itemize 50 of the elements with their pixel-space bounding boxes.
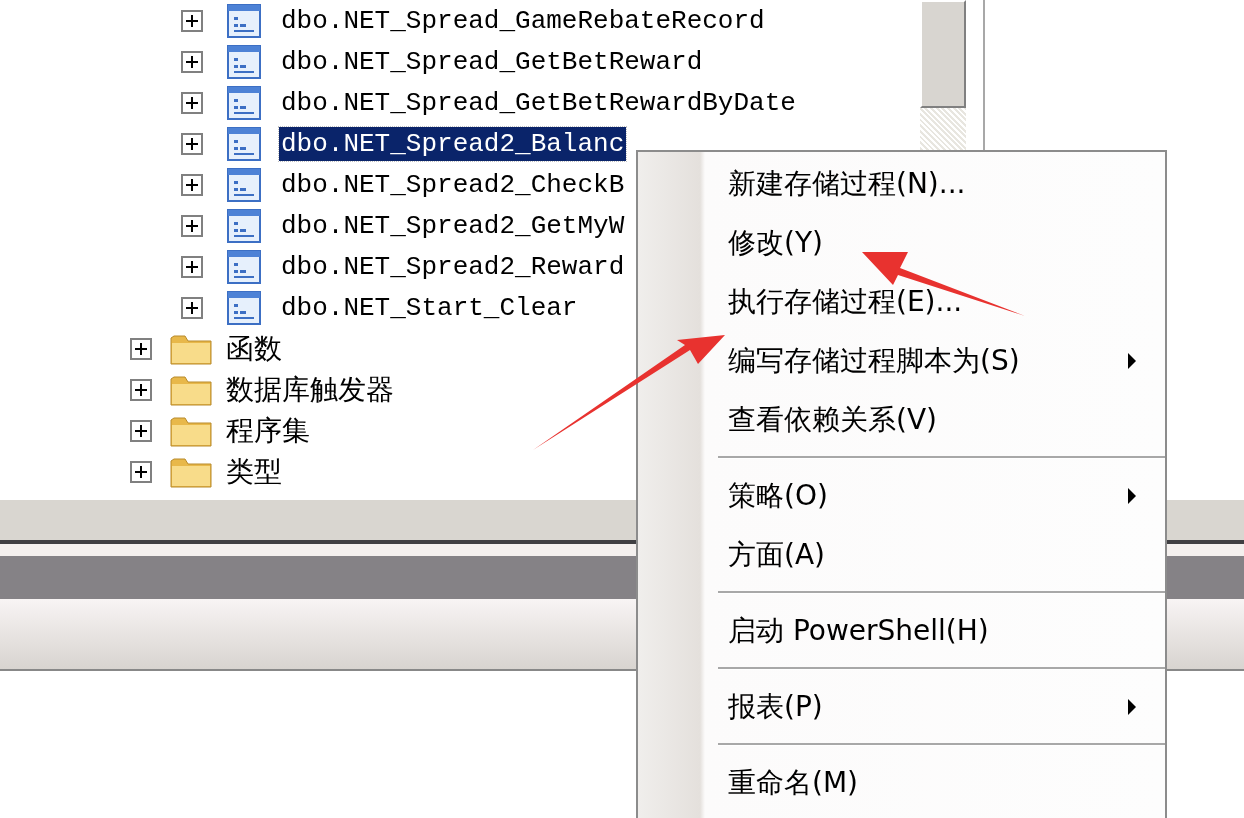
procedure-icon <box>227 249 261 284</box>
expand-toggle[interactable] <box>130 337 152 360</box>
menu-item[interactable]: 编写存储过程脚本为(S) <box>728 341 1020 380</box>
procedure-icon <box>227 85 261 120</box>
procedure-icon <box>227 290 261 325</box>
submenu-arrow-icon <box>1127 351 1137 370</box>
expand-toggle[interactable] <box>181 132 203 155</box>
tree-item[interactable]: 数据库触发器 <box>224 372 396 407</box>
tree-item[interactable]: dbo.NET_Spread2_GetMyW <box>279 208 627 243</box>
procedure-icon <box>227 208 261 243</box>
tree-item[interactable]: 类型 <box>224 454 284 489</box>
expand-toggle[interactable] <box>130 419 152 442</box>
tree-item[interactable]: dbo.NET_Spread2_Reward <box>279 249 627 284</box>
expand-toggle[interactable] <box>181 9 203 32</box>
menu-item[interactable]: 报表(P) <box>728 687 823 726</box>
tree-item[interactable]: 程序集 <box>224 413 312 448</box>
tree-item[interactable]: dbo.NET_Start_Clear <box>279 290 580 325</box>
procedure-icon <box>227 44 261 79</box>
expand-toggle[interactable] <box>181 91 203 114</box>
submenu-arrow-icon <box>1127 486 1137 505</box>
tree-item[interactable]: dbo.NET_Spread_GameRebateRecord <box>279 3 767 38</box>
expand-toggle[interactable] <box>181 214 203 237</box>
expand-toggle[interactable] <box>181 173 203 196</box>
menu-item[interactable]: 查看依赖关系(V) <box>728 400 937 439</box>
menu-item[interactable]: 新建存储过程(N)... <box>728 164 966 203</box>
menu-item[interactable]: 修改(Y) <box>728 223 823 262</box>
procedure-icon <box>227 167 261 202</box>
menu-item[interactable]: 启动 PowerShell(H) <box>728 611 989 650</box>
menu-item[interactable]: 执行存储过程(E)... <box>728 282 963 321</box>
procedure-icon <box>227 3 261 38</box>
submenu-arrow-icon <box>1127 697 1137 716</box>
folder-icon <box>170 373 212 406</box>
procedure-icon <box>227 126 261 161</box>
tree-item[interactable]: dbo.NET_Spread2_Balanc <box>279 126 627 161</box>
tree-item[interactable]: dbo.NET_Spread_GetBetReward <box>279 44 705 79</box>
folder-icon <box>170 455 212 488</box>
folder-icon <box>170 414 212 447</box>
scroll-thumb[interactable] <box>920 0 966 108</box>
expand-toggle[interactable] <box>181 255 203 278</box>
menu-item[interactable]: 重命名(M) <box>728 763 858 802</box>
menu-item[interactable]: 方面(A) <box>728 535 825 574</box>
tree-item[interactable]: dbo.NET_Spread2_CheckB <box>279 167 627 202</box>
menu-item[interactable]: 策略(O) <box>728 476 828 515</box>
tree-item[interactable]: dbo.NET_Spread_GetBetRewardByDate <box>279 85 798 120</box>
tree-item[interactable]: 函数 <box>224 331 284 366</box>
expand-toggle[interactable] <box>181 296 203 319</box>
expand-toggle[interactable] <box>181 50 203 73</box>
expand-toggle[interactable] <box>130 460 152 483</box>
expand-toggle[interactable] <box>130 378 152 401</box>
folder-icon <box>170 332 212 365</box>
